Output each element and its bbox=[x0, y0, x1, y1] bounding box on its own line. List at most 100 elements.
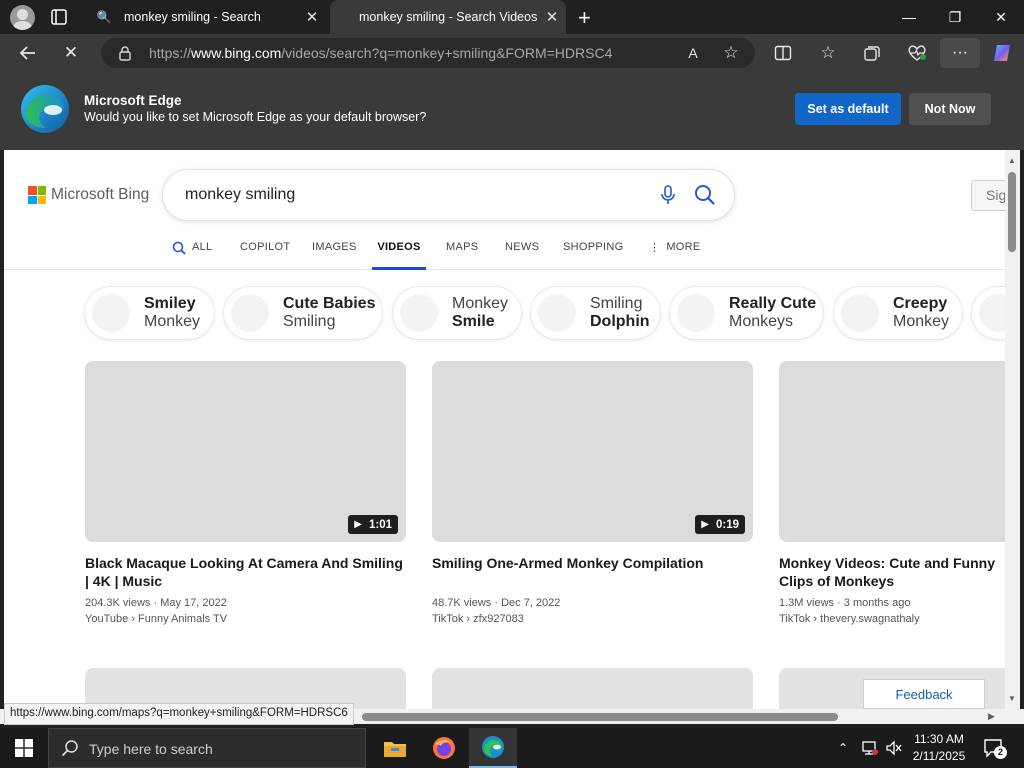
related-search-chip[interactable]: Really Cute Monkeys bbox=[670, 287, 823, 339]
related-search-chip[interactable]: Creepy Monkey bbox=[834, 287, 962, 339]
chip-thumbnail bbox=[677, 294, 715, 332]
tab-search[interactable]: 🔍 monkey smiling - Search ✕ bbox=[86, 0, 326, 34]
scroll-down-arrow-icon[interactable]: ▼ bbox=[1008, 694, 1016, 703]
scrollbar-thumb[interactable] bbox=[362, 713, 838, 721]
close-window-button[interactable]: ✕ bbox=[978, 0, 1024, 34]
tab-images[interactable]: IMAGES bbox=[312, 241, 357, 270]
not-now-button[interactable]: Not Now bbox=[909, 93, 991, 125]
bing-search-favicon-icon: 🔍 bbox=[96, 10, 112, 24]
video-source: TikTok › zfx927083 bbox=[432, 613, 524, 625]
clock-date: 2/11/2025 bbox=[912, 749, 966, 763]
split-screen-icon[interactable] bbox=[770, 41, 796, 65]
scroll-right-arrow-icon[interactable]: ▶ bbox=[988, 711, 995, 722]
favorite-star-icon[interactable]: ☆ bbox=[718, 41, 744, 65]
microsoft-logo-icon bbox=[28, 186, 46, 204]
search-icon[interactable] bbox=[694, 184, 716, 206]
vertical-dots-icon: ⋮ bbox=[649, 242, 661, 254]
browser-essentials-icon[interactable] bbox=[904, 41, 930, 65]
address-bar[interactable]: https://www.bing.com/videos/search?q=mon… bbox=[101, 38, 755, 68]
search-box[interactable]: monkey smiling bbox=[163, 170, 734, 220]
tab-actions-icon[interactable] bbox=[48, 7, 70, 27]
copilot-icon[interactable] bbox=[989, 41, 1015, 65]
system-clock[interactable]: 11:30 AM 2/11/2025 bbox=[906, 731, 972, 765]
related-search-chip[interactable]: Smiley Monkey bbox=[85, 287, 214, 339]
video-meta: 48.7K views · Dec 7, 2022 bbox=[432, 597, 561, 609]
tab-news[interactable]: NEWS bbox=[505, 241, 539, 270]
network-icon[interactable] bbox=[861, 728, 879, 768]
related-search-chip[interactable]: Monkey Smile bbox=[393, 287, 521, 339]
edge-taskbar-icon[interactable] bbox=[469, 728, 517, 768]
chip-text-bold: Really Cute bbox=[729, 295, 817, 312]
video-result-card[interactable]: ▶ 0:19 Smiling One-Armed Monkey Compilati… bbox=[432, 361, 753, 625]
chip-text: Monkeys bbox=[729, 313, 794, 330]
show-hidden-icons-chevron-up-icon[interactable]: ⌃ bbox=[838, 728, 848, 768]
firefox-icon[interactable] bbox=[420, 728, 468, 768]
chip-text: Smiling bbox=[283, 313, 336, 330]
search-input[interactable]: monkey smiling bbox=[185, 186, 295, 204]
microphone-icon[interactable] bbox=[658, 184, 678, 206]
scrollbar-thumb[interactable] bbox=[1008, 172, 1016, 252]
sign-in-button[interactable]: Sig bbox=[971, 180, 1005, 211]
chip-thumbnail bbox=[538, 294, 576, 332]
favorites-icon[interactable]: ☆ bbox=[815, 41, 841, 65]
minimize-button[interactable]: — bbox=[886, 0, 932, 34]
restore-button[interactable]: ❐ bbox=[932, 0, 978, 34]
chip-thumbnail bbox=[841, 294, 879, 332]
feedback-button[interactable]: Feedback bbox=[863, 679, 985, 709]
notification-center-icon[interactable]: 2 bbox=[983, 728, 1007, 768]
volume-muted-icon[interactable] bbox=[885, 728, 903, 768]
video-result-card[interactable]: ▶ 1:01 Black Macaque Looking At Camera An… bbox=[85, 361, 406, 625]
set-as-default-button[interactable]: Set as default bbox=[795, 93, 901, 125]
chip-text: Monkey bbox=[893, 313, 950, 330]
video-result-card[interactable]: Monkey Videos: Cute and Funny Clips of M… bbox=[779, 361, 1005, 625]
taskbar-search-box[interactable]: Type here to search bbox=[48, 728, 366, 768]
bing-logo[interactable]: Microsoft Bing bbox=[28, 186, 149, 204]
start-button[interactable] bbox=[0, 728, 48, 768]
video-title-link[interactable]: Monkey Videos: Cute and Funny Clips of M… bbox=[779, 554, 1005, 590]
tab-all[interactable]: ALL bbox=[172, 241, 212, 270]
tab-more[interactable]: ⋮ MORE bbox=[649, 241, 701, 270]
vertical-scrollbar[interactable]: ▲ ▼ bbox=[1005, 150, 1020, 709]
chip-thumbnail bbox=[979, 294, 1005, 332]
back-arrow-icon[interactable] bbox=[15, 41, 41, 65]
search-scope-tabs: ALL COPILOT IMAGES VIDEOS MAPS NEWS SHOP… bbox=[4, 238, 1005, 270]
profile-avatar-icon[interactable] bbox=[10, 5, 35, 30]
banner-heading: Microsoft Edge bbox=[84, 93, 182, 108]
video-thumbnail[interactable]: ▶ 0:19 bbox=[432, 361, 753, 542]
file-explorer-icon[interactable] bbox=[371, 728, 419, 768]
browser-toolbar: ✕ https://www.bing.com/videos/search?q=m… bbox=[0, 34, 1024, 72]
settings-more-button[interactable]: ··· bbox=[940, 38, 980, 68]
clock-time: 11:30 AM bbox=[914, 732, 964, 746]
scroll-up-arrow-icon[interactable]: ▲ bbox=[1008, 156, 1016, 165]
collections-icon[interactable] bbox=[859, 41, 885, 65]
tab-copilot[interactable]: COPILOT bbox=[240, 241, 290, 270]
windows-logo-icon bbox=[15, 739, 33, 757]
new-tab-plus-icon[interactable]: + bbox=[578, 5, 591, 31]
read-aloud-icon[interactable]: A bbox=[680, 41, 706, 65]
related-search-chip[interactable]: Smiling Dolphin bbox=[531, 287, 660, 339]
chip-text: Smiling bbox=[590, 295, 643, 312]
default-browser-banner: Microsoft Edge Would you like to set Mic… bbox=[0, 72, 1024, 150]
close-tab-icon[interactable]: ✕ bbox=[298, 8, 326, 26]
tab-videos[interactable]: VIDEOS bbox=[372, 241, 426, 270]
related-search-chip[interactable]: Cute Babies Smiling bbox=[224, 287, 382, 339]
video-thumbnail[interactable] bbox=[779, 361, 1005, 542]
video-thumbnail[interactable]: ▶ 1:01 bbox=[85, 361, 406, 542]
close-tab-icon[interactable]: ✕ bbox=[538, 8, 566, 26]
tab-maps[interactable]: MAPS bbox=[446, 241, 478, 270]
stop-loading-icon[interactable]: ✕ bbox=[58, 41, 84, 65]
banner-text: Would you like to set Microsoft Edge as … bbox=[84, 110, 427, 124]
duration-text: 0:19 bbox=[715, 518, 739, 531]
search-icon bbox=[172, 241, 186, 258]
notification-count-badge: 2 bbox=[994, 746, 1007, 759]
address-url: https://www.bing.com/videos/search?q=mon… bbox=[149, 45, 613, 61]
video-title-link[interactable]: Smiling One-Armed Monkey Compilation bbox=[432, 554, 753, 590]
related-search-chip[interactable] bbox=[972, 287, 1005, 339]
tab-search-videos[interactable]: monkey smiling - Search Videos ✕ bbox=[330, 0, 566, 34]
video-thumbnail[interactable] bbox=[432, 668, 753, 709]
duration-badge: ▶ 0:19 bbox=[695, 515, 745, 534]
video-title-link[interactable]: Black Macaque Looking At Camera And Smil… bbox=[85, 554, 406, 590]
tab-shopping[interactable]: SHOPPING bbox=[563, 241, 623, 270]
lock-icon[interactable] bbox=[117, 45, 133, 61]
chip-text-bold: Cute Babies bbox=[283, 295, 376, 312]
